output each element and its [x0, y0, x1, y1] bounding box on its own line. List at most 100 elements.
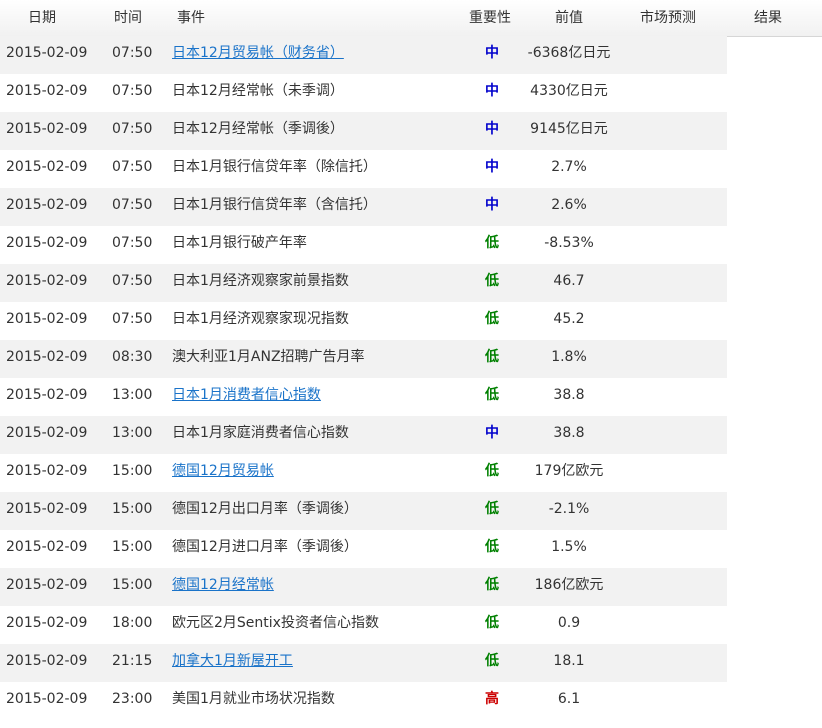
header-importance: 重要性 [469, 10, 511, 26]
row-time: 07:50 [112, 45, 153, 61]
event-name: 日本12月经常帐（未季调） [172, 83, 344, 99]
event-name: 日本1月银行信贷年率（含信托） [172, 197, 377, 213]
event-name: 日本1月银行破产年率 [172, 235, 307, 251]
event-name: 日本1月银行信贷年率（除信托） [172, 159, 377, 175]
row-time: 08:30 [112, 349, 153, 365]
event-link[interactable]: 日本1月消费者信心指数 [172, 378, 321, 416]
row-previous-value: 4330亿日元 [530, 83, 608, 99]
table-row: 2015-02-09 21:15 加拿大1月新屋开工 低 18.1 [0, 644, 727, 682]
row-date: 2015-02-09 [6, 425, 88, 441]
event-link[interactable]: 日本12月贸易帐（财务省） [172, 36, 344, 74]
row-time: 13:00 [112, 425, 153, 441]
importance-badge: 中 [485, 159, 499, 175]
row-previous-value: 2.7% [551, 159, 587, 175]
event-name: 澳大利亚1月ANZ招聘广告月率 [172, 349, 365, 365]
row-previous-value: 45.2 [553, 311, 585, 327]
row-date: 2015-02-09 [6, 273, 88, 289]
event-name: 欧元区2月Sentix投资者信心指数 [172, 615, 379, 631]
event-name: 日本12月经常帐（季调後） [172, 121, 344, 137]
row-date: 2015-02-09 [6, 577, 88, 593]
importance-badge: 低 [485, 235, 499, 251]
table-row: 2015-02-09 08:30 澳大利亚1月ANZ招聘广告月率 低 1.8% [0, 340, 727, 378]
row-date: 2015-02-09 [6, 83, 88, 99]
row-time: 13:00 [112, 387, 153, 403]
header-result: 结果 [754, 10, 782, 26]
row-time: 15:00 [112, 577, 153, 593]
importance-badge: 低 [485, 349, 499, 365]
row-previous-value: -2.1% [548, 501, 590, 517]
event-link[interactable]: 加拿大1月新屋开工 [172, 644, 293, 682]
row-time: 07:50 [112, 197, 153, 213]
row-previous-value: 1.8% [551, 349, 587, 365]
importance-badge: 中 [485, 425, 499, 441]
row-date: 2015-02-09 [6, 197, 88, 213]
importance-badge: 低 [485, 653, 499, 669]
table-row: 2015-02-09 07:50 日本1月银行信贷年率（除信托） 中 2.7% [0, 150, 727, 188]
table-row: 2015-02-09 07:50 日本12月经常帐（季调後） 中 9145亿日元 [0, 112, 727, 150]
row-date: 2015-02-09 [6, 387, 88, 403]
row-previous-value: 0.9 [557, 615, 581, 631]
event-name: 日本1月经济观察家前景指数 [172, 273, 349, 289]
calendar-table-body: 2015-02-09 07:50 日本12月贸易帐（财务省）中 -6368亿日元 201… [0, 36, 727, 720]
row-previous-value: 1.5% [551, 539, 587, 555]
row-date: 2015-02-09 [6, 539, 88, 555]
importance-badge: 低 [485, 577, 499, 593]
row-date: 2015-02-09 [6, 501, 88, 517]
row-previous-value: 46.7 [553, 273, 585, 289]
row-previous-value: 38.8 [553, 387, 585, 403]
row-time: 15:00 [112, 539, 153, 555]
importance-badge: 低 [485, 273, 499, 289]
row-date: 2015-02-09 [6, 653, 88, 669]
table-header: 日期 时间 事件 重要性 前值 市场预测 结果 [0, 0, 822, 37]
importance-badge: 低 [485, 501, 499, 517]
importance-badge: 中 [485, 121, 499, 137]
importance-badge: 低 [485, 387, 499, 403]
importance-badge: 低 [485, 463, 499, 479]
row-previous-value: -8.53% [544, 235, 594, 251]
event-name: 日本1月家庭消费者信心指数 [172, 425, 349, 441]
table-row: 2015-02-09 07:50 日本1月银行破产年率 低 -8.53% [0, 226, 727, 264]
table-row: 2015-02-09 15:00 德国12月贸易帐 低 179亿欧元 [0, 454, 727, 492]
row-time: 07:50 [112, 273, 153, 289]
row-date: 2015-02-09 [6, 311, 88, 327]
table-row: 2015-02-09 23:00 美国1月就业市场状况指数 高 6.1 [0, 682, 727, 720]
table-row: 2015-02-09 15:00 德国12月进口月率（季调後） 低 1.5% [0, 530, 727, 568]
row-previous-value: 2.6% [551, 197, 587, 213]
header-time: 时间 [114, 10, 142, 26]
importance-badge: 低 [485, 539, 499, 555]
row-date: 2015-02-09 [6, 615, 88, 631]
event-name: 美国1月就业市场状况指数 [172, 691, 335, 707]
row-time: 23:00 [112, 691, 153, 707]
event-link[interactable]: 德国12月贸易帐 [172, 454, 274, 492]
header-date: 日期 [28, 10, 56, 26]
importance-badge: 中 [485, 45, 499, 61]
row-previous-value: 179亿欧元 [534, 463, 604, 479]
row-previous-value: 9145亿日元 [530, 121, 608, 137]
importance-badge: 中 [485, 197, 499, 213]
row-time: 07:50 [112, 235, 153, 251]
row-time: 18:00 [112, 615, 153, 631]
importance-badge: 中 [485, 83, 499, 99]
row-time: 15:00 [112, 463, 153, 479]
table-row: 2015-02-09 07:50 日本12月经常帐（未季调） 中 4330亿日元 [0, 74, 727, 112]
table-row: 2015-02-09 13:00 日本1月消费者信心指数 低 38.8 [0, 378, 727, 416]
event-link[interactable]: 德国12月经常帐 [172, 568, 274, 606]
row-previous-value: 18.1 [553, 653, 585, 669]
importance-badge: 低 [485, 311, 499, 327]
importance-badge: 高 [485, 691, 499, 707]
table-row: 2015-02-09 07:50 日本1月经济观察家现况指数 低 45.2 [0, 302, 727, 340]
importance-badge: 低 [485, 615, 499, 631]
row-time: 07:50 [112, 159, 153, 175]
event-name: 德国12月出口月率（季调後） [172, 501, 358, 517]
table-row: 2015-02-09 15:00 德国12月出口月率（季调後） 低 -2.1% [0, 492, 727, 530]
table-row: 2015-02-09 18:00 欧元区2月Sentix投资者信心指数 低 0.9 [0, 606, 727, 644]
table-row: 2015-02-09 15:00 德国12月经常帐 低 186亿欧元 [0, 568, 727, 606]
row-date: 2015-02-09 [6, 235, 88, 251]
table-row: 2015-02-09 13:00 日本1月家庭消费者信心指数 中 38.8 [0, 416, 727, 454]
row-time: 21:15 [112, 653, 153, 669]
table-row: 2015-02-09 07:50 日本12月贸易帐（财务省） 中 -6368亿日元 [0, 36, 727, 74]
header-previous: 前值 [555, 10, 583, 26]
row-time: 07:50 [112, 83, 153, 99]
row-date: 2015-02-09 [6, 121, 88, 137]
row-date: 2015-02-09 [6, 159, 88, 175]
